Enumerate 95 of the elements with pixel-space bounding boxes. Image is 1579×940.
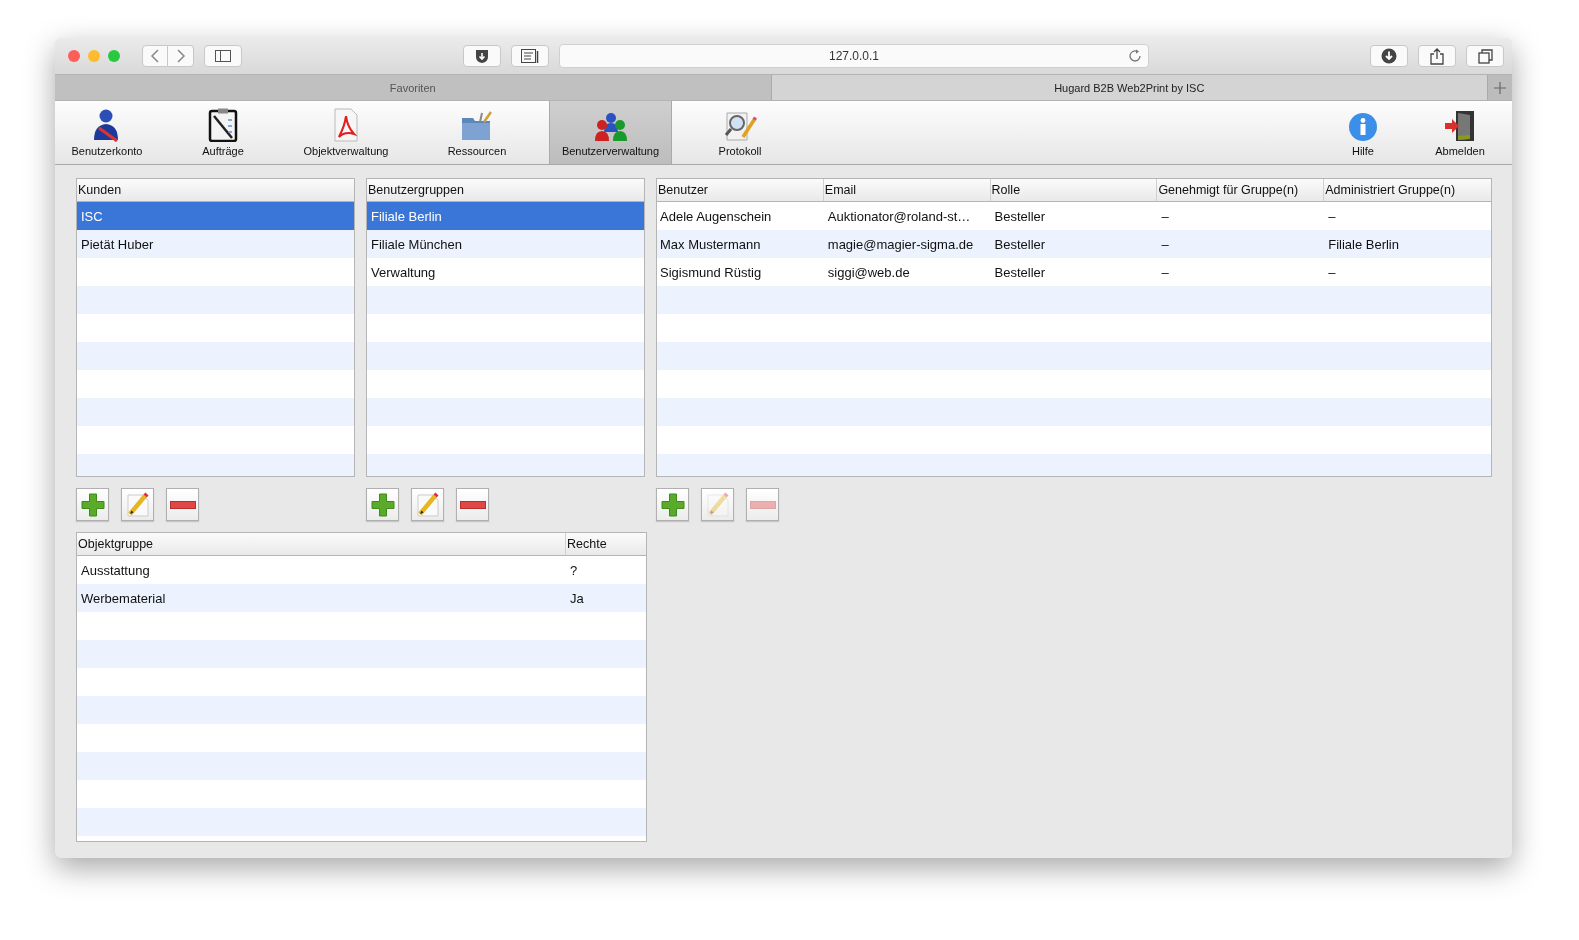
column-header[interactable]: Objektgruppe xyxy=(77,533,566,555)
toolbar-item[interactable]: Hilfe xyxy=(1318,101,1408,164)
chevron-right-icon xyxy=(175,49,186,63)
add-button[interactable] xyxy=(76,488,109,521)
minus-icon xyxy=(459,500,486,509)
pencil-icon xyxy=(704,491,731,518)
table-row[interactable]: Verwaltung xyxy=(367,258,644,286)
table-row[interactable]: Max Mustermann magie@magier-sigma.de Besteller – Filiale Berlin xyxy=(657,230,1491,258)
table-cell-text: Verwaltung xyxy=(370,264,437,280)
plus-icon xyxy=(1494,81,1506,94)
toolbar-item[interactable]: Objektverwaltung xyxy=(287,101,405,164)
reload-icon[interactable] xyxy=(1128,49,1142,63)
remove-button[interactable] xyxy=(456,488,489,521)
table-cell-text: Max Mustermann xyxy=(659,236,762,252)
toolbar-item[interactable]: Abmelden xyxy=(1408,101,1512,164)
table-cell-text: Pietät Huber xyxy=(80,236,155,252)
pencil-icon xyxy=(124,491,151,518)
table-cell-text: – xyxy=(1327,264,1337,280)
sidebar-icon xyxy=(215,50,231,62)
close-window-button[interactable] xyxy=(68,50,80,62)
tabs-icon xyxy=(1477,48,1493,64)
table-cell-text: Adele Augenschein xyxy=(659,208,773,224)
table-row[interactable]: Sigismund Rüstig siggi@web.de Besteller – – xyxy=(657,258,1491,286)
toolbar-item[interactable]: Aufträge xyxy=(159,101,287,164)
toolbar-item[interactable]: Benutzerverwaltung xyxy=(549,101,672,164)
table-cell-text: Besteller xyxy=(993,264,1047,280)
tabs-overview-button[interactable] xyxy=(1466,45,1504,67)
table-cell-text: Sigismund Rüstig xyxy=(659,264,763,280)
table-row[interactable]: Filiale Berlin xyxy=(367,202,644,230)
minus-icon xyxy=(749,500,776,509)
download-button[interactable] xyxy=(1370,45,1408,67)
table-cell-text: ? xyxy=(569,562,579,578)
table-row[interactable]: Adele Augenschein Auktionator@roland-st… Besteller – – xyxy=(657,202,1491,230)
column-header[interactable]: Genehmigt für Gruppe(n) xyxy=(1157,179,1325,201)
plus-icon xyxy=(370,492,395,517)
magnifier-document-icon xyxy=(723,110,757,142)
door-exit-icon xyxy=(1444,110,1476,142)
folder-icon xyxy=(460,110,494,142)
remove-button[interactable] xyxy=(166,488,199,521)
info-icon xyxy=(1348,112,1378,142)
table-cell-text: Ja xyxy=(569,590,585,606)
table-cell-text: Werbematerial xyxy=(80,590,167,606)
table-cell-text: – xyxy=(1160,208,1170,224)
add-button[interactable] xyxy=(656,488,689,521)
shield-icon xyxy=(475,48,489,64)
plus-icon xyxy=(660,492,685,517)
column-header[interactable]: Email xyxy=(823,179,991,201)
table-cell-text: Besteller xyxy=(993,236,1047,252)
table-cell-text: – xyxy=(1160,264,1170,280)
download-icon xyxy=(1381,48,1397,64)
table-row[interactable]: Pietät Huber xyxy=(77,230,354,258)
table-cell-text: Ausstattung xyxy=(80,562,151,578)
table-cell-text: magie@magier-sigma.de xyxy=(826,236,975,252)
table-row[interactable]: Filiale München xyxy=(367,230,644,258)
table-cell-text: Filiale Berlin xyxy=(1327,236,1400,252)
pencil-icon xyxy=(414,491,441,518)
column-header[interactable]: Benutzer xyxy=(657,179,824,201)
back-button[interactable] xyxy=(142,45,168,67)
share-icon xyxy=(1430,47,1444,65)
table-row[interactable]: ISC xyxy=(77,202,354,230)
table-cell-text: Auktionator@roland-st… xyxy=(826,208,972,224)
column-header[interactable]: Administriert Gruppe(n) xyxy=(1324,179,1491,201)
column-header[interactable]: Benutzergruppen xyxy=(367,179,644,201)
table-cell-text: ISC xyxy=(80,208,104,224)
table-cell-text: – xyxy=(1327,208,1337,224)
minus-icon xyxy=(169,500,196,509)
toolbar-item[interactable]: Ressourcen xyxy=(405,101,549,164)
table-cell-text: Besteller xyxy=(993,208,1047,224)
table-cell-text: Filiale Berlin xyxy=(370,208,443,224)
table-cell-text: Filiale München xyxy=(370,236,464,252)
shield-button[interactable] xyxy=(463,45,501,67)
address-field[interactable]: 127.0.0.1 xyxy=(559,44,1149,68)
column-header[interactable]: Rolle xyxy=(990,179,1158,201)
reader-icon xyxy=(521,49,539,63)
forward-button[interactable] xyxy=(168,45,194,67)
share-button[interactable] xyxy=(1418,45,1456,67)
browser-tab[interactable]: Hugard B2B Web2Print by ISC xyxy=(771,75,1488,100)
sidebar-button[interactable] xyxy=(204,45,242,67)
add-button[interactable] xyxy=(366,488,399,521)
people-group-icon xyxy=(593,112,628,142)
edit-button[interactable] xyxy=(121,488,154,521)
column-header[interactable]: Rechte xyxy=(566,533,646,555)
column-header[interactable]: Kunden xyxy=(77,179,354,201)
clipboard-icon xyxy=(208,108,238,142)
table-cell-text: – xyxy=(1160,236,1170,252)
pdf-document-icon xyxy=(333,108,359,142)
edit-button[interactable] xyxy=(411,488,444,521)
table-row[interactable]: Ausstattung ? xyxy=(77,556,646,584)
table-cell-text: siggi@web.de xyxy=(826,264,911,280)
chevron-left-icon xyxy=(150,49,160,63)
toolbar-item[interactable]: Benutzerkonto xyxy=(55,101,159,164)
reader-button[interactable] xyxy=(511,45,549,67)
table-row[interactable]: Werbematerial Ja xyxy=(77,584,646,612)
plus-icon xyxy=(80,492,105,517)
toolbar-item[interactable]: Protokoll xyxy=(672,101,808,164)
